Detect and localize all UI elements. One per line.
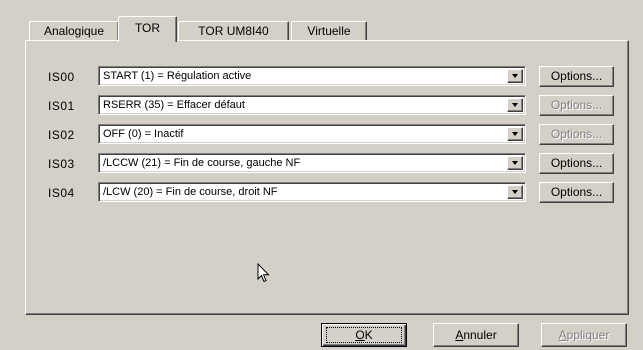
function-select-value: OFF (0) = Inactif (103, 128, 184, 140)
function-select-value: /LCW (20) = Fin de course, droit NF (103, 186, 278, 198)
input-label-is02: IS02 (48, 128, 75, 142)
function-select-is03[interactable]: /LCCW (21) = Fin de course, gauche NF (98, 153, 526, 173)
input-label-is00: IS00 (48, 70, 75, 84)
tab-virtuelle-label: Virtuelle (307, 24, 351, 38)
input-label-is03: IS03 (48, 157, 75, 171)
apply-button[interactable]: Appliquer (541, 323, 627, 347)
tab-tor-um8i40-label: TOR UM8I40 (198, 24, 269, 38)
dropdown-button[interactable] (507, 156, 523, 170)
input-label-is01: IS01 (48, 99, 75, 113)
dropdown-button[interactable] (507, 69, 523, 83)
apply-label: ppliquer (566, 328, 610, 342)
tab-tor-um8i40[interactable]: TOR UM8I40 (178, 21, 289, 40)
tab-panel-tor: IS00 START (1) = Régulation active Optio… (25, 40, 629, 315)
apply-mnemonic: A (558, 328, 567, 342)
options-button-is04[interactable]: Options... (539, 182, 614, 203)
chevron-down-icon (512, 161, 518, 165)
function-select-value: START (1) = Régulation active (103, 70, 252, 82)
function-select-is00[interactable]: START (1) = Régulation active (98, 66, 526, 86)
function-select-is01[interactable]: RSERR (35) = Effacer défaut (98, 95, 526, 115)
tab-analogique-label: Analogique (43, 24, 105, 38)
ok-button[interactable]: OK (321, 323, 407, 347)
focus-ring (326, 327, 402, 343)
input-row-is03: IS03 /LCCW (21) = Fin de course, gauche … (26, 153, 628, 175)
dropdown-button[interactable] (507, 127, 523, 141)
chevron-down-icon (512, 132, 518, 136)
function-select-is04[interactable]: /LCW (20) = Fin de course, droit NF (98, 182, 526, 202)
input-row-is02: IS02 OFF (0) = Inactif Options... (26, 124, 628, 146)
options-button-is03[interactable]: Options... (539, 153, 614, 174)
cancel-button[interactable]: Annuler (433, 323, 519, 347)
options-button-label: Options... (550, 69, 603, 83)
input-row-is01: IS01 RSERR (35) = Effacer défaut Options… (26, 95, 628, 117)
tab-virtuelle[interactable]: Virtuelle (291, 21, 367, 40)
mouse-pointer-icon (257, 263, 270, 283)
dropdown-button[interactable] (507, 185, 523, 199)
function-select-value: /LCCW (21) = Fin de course, gauche NF (103, 157, 301, 169)
tab-tor[interactable]: TOR (118, 16, 177, 42)
options-button-label: Options... (550, 127, 603, 141)
options-button-label: Options... (550, 156, 603, 170)
dropdown-button[interactable] (507, 98, 523, 112)
function-select-is02[interactable]: OFF (0) = Inactif (98, 124, 526, 144)
options-button-is02[interactable]: Options... (539, 124, 614, 145)
function-select-value: RSERR (35) = Effacer défaut (103, 99, 245, 111)
cancel-label: nnuler (463, 328, 497, 342)
options-button-label: Options... (550, 98, 603, 112)
chevron-down-icon (512, 74, 518, 78)
options-button-is00[interactable]: Options... (539, 66, 614, 87)
options-button-is01[interactable]: Options... (539, 95, 614, 116)
options-button-label: Options... (550, 185, 603, 199)
input-row-is00: IS00 START (1) = Régulation active Optio… (26, 66, 628, 88)
input-row-is04: IS04 /LCW (20) = Fin de course, droit NF… (26, 182, 628, 204)
input-label-is04: IS04 (48, 186, 75, 200)
tab-analogique[interactable]: Analogique (29, 21, 119, 40)
chevron-down-icon (512, 190, 518, 194)
tab-tor-label: TOR (134, 21, 161, 35)
chevron-down-icon (512, 103, 518, 107)
